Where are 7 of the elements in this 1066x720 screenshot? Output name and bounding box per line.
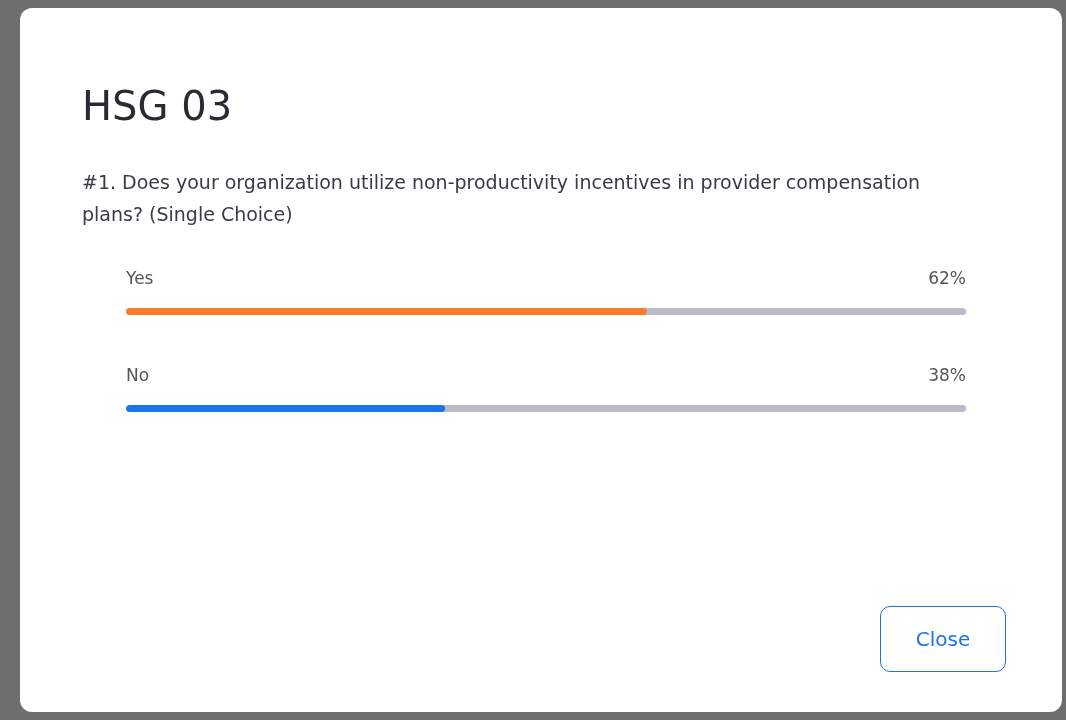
question-text: #1. Does your organization utilize non-productivity incentives in provider compensation plans? (Single Choice) bbox=[82, 170, 922, 227]
option-label: Yes bbox=[126, 267, 154, 290]
dialog-title: HSG 03 bbox=[82, 82, 234, 131]
close-button[interactable]: Close bbox=[880, 606, 1006, 672]
percent-reading: 38% bbox=[928, 364, 966, 387]
percent-reading: 62% bbox=[928, 267, 966, 290]
option-label: No bbox=[126, 364, 150, 387]
